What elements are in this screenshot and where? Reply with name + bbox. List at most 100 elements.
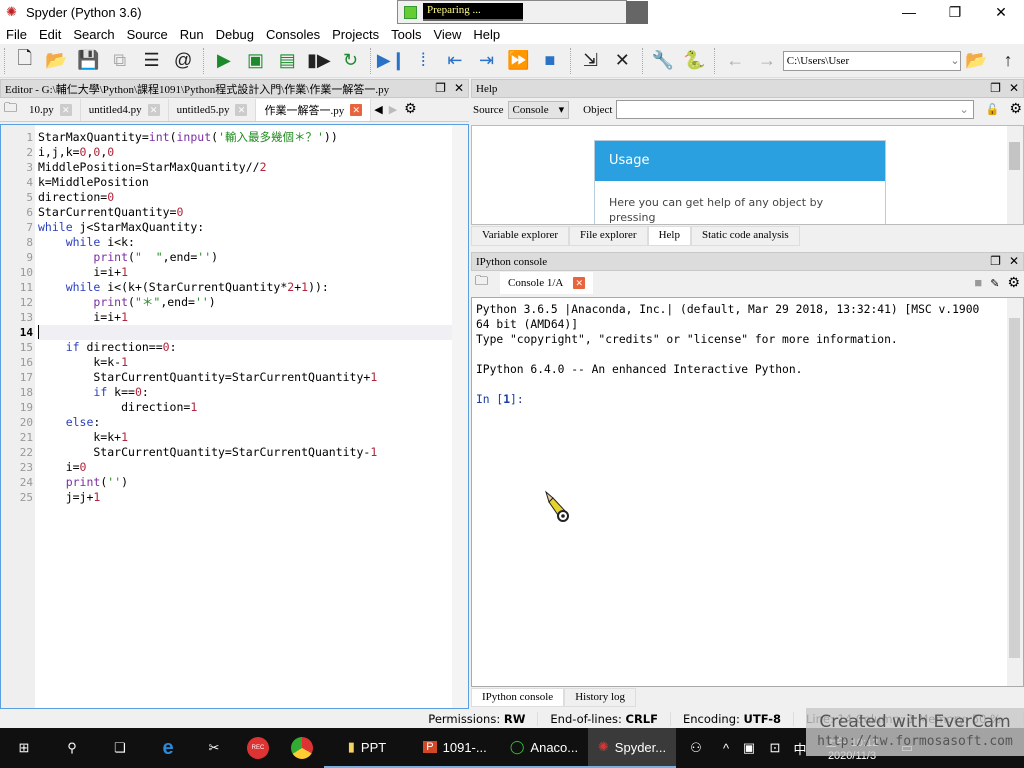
close-pane-icon[interactable]: ✕ [1009,81,1019,96]
menu-consoles[interactable]: Consoles [260,27,326,42]
code-line[interactable]: k=MiddlePosition [38,175,468,190]
chevron-down-icon[interactable]: ⌄ [960,103,969,116]
notification-app-icon[interactable]: ▣ [736,728,762,768]
browse-tabs-icon[interactable]: 🗀 [0,99,21,121]
code-line[interactable]: j=j+1 [38,490,468,505]
help-scrollbar[interactable] [1007,126,1023,224]
taskbar-app-powerpoint[interactable]: P 1091-... [410,728,500,768]
close-button[interactable]: ✕ [978,0,1024,24]
tab-variable-explorer[interactable]: Variable explorer [471,226,570,246]
snipping-tool-icon[interactable]: ✂ [192,728,236,768]
editor-tab[interactable]: 10.py ✕ [21,98,81,121]
code-line[interactable]: StarMaxQuantity=int(input('輸入最多幾個＊？')) [38,130,468,145]
code-line[interactable]: i=i+1 [38,265,468,280]
code-line[interactable]: while i<k: [38,235,468,250]
browse-folder-icon[interactable]: 📂 [964,48,990,74]
menu-view[interactable]: View [427,27,467,42]
console-tab[interactable]: Console 1/A ✕ [500,272,594,294]
code-line[interactable]: if k==0: [38,385,468,400]
save-icon[interactable]: 💾 [75,48,101,74]
code-line[interactable]: direction=0 [38,190,468,205]
code-line[interactable]: direction=1 [38,400,468,415]
python-path-icon[interactable]: 🐍 [682,48,708,74]
menu-tools[interactable]: Tools [385,27,427,42]
lock-open-icon[interactable]: 🔓 [986,103,1000,116]
source-select[interactable]: Console ▾ [507,100,570,119]
tab-file-explorer[interactable]: File explorer [569,226,648,246]
task-view-icon[interactable]: ❏ [96,728,144,768]
code-text[interactable]: StarMaxQuantity=int(input('輸入最多幾個＊？')) i,… [35,125,468,708]
editor-tab[interactable]: untitled4.py ✕ [81,98,169,121]
chevron-down-icon[interactable]: ⌄ [950,54,959,67]
code-line[interactable]: StarCurrentQuantity=StarCurrentQuantity-… [38,445,468,460]
tab-help[interactable]: Help [647,226,691,246]
tab-ipython-console[interactable]: IPython console [471,688,565,707]
run-cell-icon[interactable]: ▣ [243,48,269,74]
scroll-tabs-right-icon[interactable]: ▶ [386,103,400,116]
menu-source[interactable]: Source [121,27,174,42]
maximize-pane-icon[interactable]: ⇲ [578,48,604,74]
menu-search[interactable]: Search [67,27,120,42]
code-line[interactable]: i=0 [38,460,468,475]
close-tab-icon[interactable]: ✕ [573,277,586,289]
code-line[interactable]: i=i+1 [38,310,468,325]
help-options-gear-icon[interactable]: ⚙ [1009,101,1022,118]
search-icon[interactable]: ⚲ [48,728,96,768]
menu-run[interactable]: Run [174,27,210,42]
code-line[interactable]: if direction==0: [38,340,468,355]
step-into-icon[interactable]: ⇤ [442,48,468,74]
edge-browser-icon[interactable]: e [144,728,192,768]
code-line[interactable]: MiddlePosition=StarMaxQuantity//2 [38,160,468,175]
parent-directory-icon[interactable]: ↑ [995,48,1021,74]
menu-edit[interactable]: Edit [33,27,67,42]
console-options-gear-icon[interactable]: ⚙ [1003,275,1024,292]
close-tab-icon[interactable]: ✕ [235,103,248,116]
taskbar-app-ppt[interactable]: ▮ PPT [324,728,410,768]
show-hidden-icons-chevron[interactable]: ^ [716,728,736,768]
rerun-icon[interactable]: ↻ [338,48,364,74]
outline-list-icon[interactable]: ☰ [139,48,165,74]
clear-console-eraser-icon[interactable]: ✎ [986,277,1003,290]
close-tab-icon[interactable]: ✕ [59,103,72,116]
save-all-icon[interactable]: ⧉ [107,48,133,74]
code-line[interactable]: StarCurrentQuantity=StarCurrentQuantity+… [38,370,468,385]
code-line[interactable]: StarCurrentQuantity=0 [38,205,468,220]
network-icon[interactable]: ⊡ [762,728,788,768]
menu-projects[interactable]: Projects [326,27,385,42]
code-line[interactable]: print("＊",end='') [38,295,468,310]
working-directory-combo[interactable]: C:\Users\User ⌄ [782,50,961,71]
undock-icon[interactable]: ❐ [435,81,446,96]
step-return-icon[interactable]: ⇥ [474,48,500,74]
editor-tab[interactable]: untitled5.py ✕ [169,98,257,121]
back-arrow-icon[interactable]: ← [722,48,748,74]
people-icon[interactable]: ⚇ [676,728,716,768]
code-line[interactable]: k=k-1 [38,355,468,370]
at-symbol-icon[interactable]: @ [170,48,196,74]
minimize-button[interactable]: — [886,0,932,24]
code-line[interactable] [38,325,468,340]
run-cell-advance-icon[interactable]: ▤ [274,48,300,74]
menu-help[interactable]: Help [467,27,506,42]
fullscreen-icon[interactable]: ✕ [609,48,635,74]
run-selection-icon[interactable]: ▮▶ [306,48,332,74]
recorder-icon[interactable]: REC [236,728,280,768]
code-line[interactable]: while j<StarMaxQuantity: [38,220,468,235]
windows-start-icon[interactable]: ⊞ [0,728,48,768]
continue-icon[interactable]: ⏩ [505,48,531,74]
console-scrollbar[interactable] [1007,298,1023,686]
undock-icon[interactable]: ❐ [990,254,1001,269]
close-pane-icon[interactable]: ✕ [454,81,464,96]
console-prompt[interactable]: In [1]: [476,392,1019,407]
code-line[interactable]: print('') [38,475,468,490]
code-line[interactable]: else: [38,415,468,430]
code-line[interactable]: k=k+1 [38,430,468,445]
code-editor[interactable]: 1 2 3 4 5 6 7 8 9 10 11 12 13 14 15 16 17 18 19 20 21 22 23 24 2… [0,124,469,709]
step-icon[interactable]: ⁞ [410,48,436,74]
stop-debug-icon[interactable]: ■ [537,48,563,74]
scroll-tabs-left-icon[interactable]: ◀ [371,103,385,116]
code-line[interactable]: while i<(k+(StarCurrentQuantity*2+1)): [38,280,468,295]
menu-debug[interactable]: Debug [210,27,260,42]
editor-scrollbar[interactable] [452,125,468,708]
object-input[interactable]: ⌄ [616,100,974,119]
debug-icon[interactable]: ▶❙ [377,48,406,74]
